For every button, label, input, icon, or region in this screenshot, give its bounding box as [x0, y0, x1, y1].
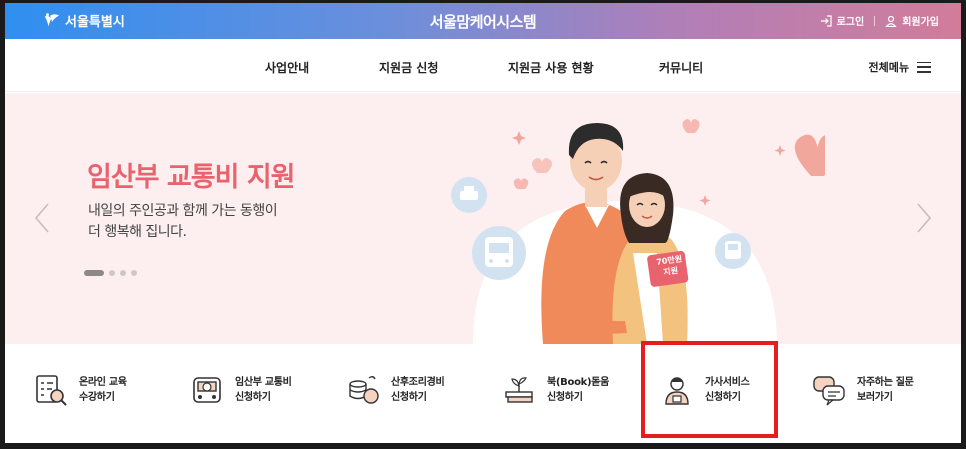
quick-item-label: 가사서비스 신청하기 — [705, 375, 750, 405]
quick-label-line: 온라인 교육 — [79, 377, 127, 388]
quick-item-label: 자주하는 질문 보러가기 — [857, 375, 914, 405]
all-menu-label: 전체메뉴 — [868, 61, 909, 74]
nav-item-subsidy-apply[interactable]: 지원금 신청 — [379, 59, 438, 76]
next-slide-button[interactable] — [913, 201, 935, 235]
top-bar: 서울특별시 서울맘케어시스템 로그인 회원가입 — [5, 3, 961, 39]
quick-item-label: 북(Book)돋움 신청하기 — [547, 375, 609, 405]
all-menu-button[interactable]: 전체메뉴 — [869, 59, 931, 75]
quick-menu: 온라인 교육 수강하기 임산부 교통비 신청하기 산후조리경비 신청하기 북(B… — [5, 344, 961, 443]
login-icon — [820, 14, 832, 27]
user-icon — [885, 15, 897, 27]
quick-item-housekeeping-service[interactable]: 가사서비스 신청하기 — [659, 372, 750, 408]
signup-label: 회원가입 — [902, 17, 939, 28]
login-label: 로그인 — [836, 17, 865, 28]
quick-label-line: 신청하기 — [547, 392, 583, 403]
quick-label-line: 신청하기 — [235, 392, 271, 403]
quick-item-book-program[interactable]: 북(Book)돋움 신청하기 — [501, 372, 609, 408]
quick-label-line: 신청하기 — [705, 392, 741, 403]
quick-item-faq[interactable]: 자주하는 질문 보러가기 — [811, 372, 914, 408]
page-frame: 서울특별시 서울맘케어시스템 로그인 회원가입 사업안내 지원금 신청 지원금 … — [5, 3, 961, 443]
coins-icon — [345, 372, 381, 408]
slide-dot-1[interactable] — [84, 270, 104, 276]
prev-slide-button[interactable] — [31, 201, 53, 235]
quick-item-online-education[interactable]: 온라인 교육 수강하기 — [33, 372, 127, 408]
quick-item-transport-subsidy[interactable]: 임산부 교통비 신청하기 — [189, 372, 292, 408]
chevron-left-icon — [34, 203, 49, 233]
slide-dot-4[interactable] — [131, 270, 137, 276]
slide-dot-2[interactable] — [109, 270, 115, 276]
books-plant-icon — [501, 372, 537, 408]
hero-subtitle: 내일의 주인공과 함께 가는 동행이 더 행복해 집니다. — [88, 201, 278, 243]
quick-label-line: 가사서비스 — [705, 377, 750, 388]
checklist-search-icon — [33, 372, 69, 408]
hero-subtitle-line: 내일의 주인공과 함께 가는 동행이 — [88, 203, 278, 219]
couple-illustration — [451, 119, 825, 344]
quick-item-label: 임산부 교통비 신청하기 — [235, 375, 292, 405]
quick-label-line: 보러가기 — [857, 392, 893, 403]
nav-item-business-info[interactable]: 사업안내 — [265, 59, 309, 76]
quick-label-line: 수강하기 — [79, 392, 115, 403]
quick-label-line: 북(Book)돋움 — [547, 377, 610, 388]
slide-dot-3[interactable] — [120, 270, 126, 276]
login-link[interactable]: 로그인 — [820, 13, 865, 28]
bus-icon — [189, 372, 225, 408]
quick-item-label: 산후조리경비 신청하기 — [391, 375, 445, 405]
divider — [874, 15, 876, 26]
quick-label-line: 임산부 교통비 — [235, 377, 292, 388]
chat-bubbles-icon — [811, 372, 847, 408]
housekeeper-icon — [659, 372, 695, 408]
quick-label-line: 신청하기 — [391, 392, 427, 403]
top-links: 로그인 회원가입 — [820, 13, 939, 28]
quick-item-label: 온라인 교육 수강하기 — [79, 375, 127, 405]
nav-item-community[interactable]: 커뮤니티 — [659, 59, 703, 76]
quick-item-postpartum-care[interactable]: 산후조리경비 신청하기 — [345, 372, 445, 408]
hero-title: 임산부 교통비 지원 — [87, 162, 296, 193]
chevron-right-icon — [917, 203, 932, 233]
quick-label-line: 산후조리경비 — [391, 377, 445, 388]
system-title: 서울맘케어시스템 — [429, 13, 537, 31]
quick-label-line: 자주하는 질문 — [857, 377, 914, 388]
main-nav: 사업안내 지원금 신청 지원금 사용 현황 커뮤니티 전체메뉴 — [5, 39, 961, 92]
hero-subtitle-line: 더 행복해 집니다. — [88, 224, 187, 240]
signup-link[interactable]: 회원가입 — [885, 13, 939, 28]
slide-indicator — [84, 270, 137, 276]
hero-banner: 임산부 교통비 지원 내일의 주인공과 함께 가는 동행이 더 행복해 집니다. — [5, 93, 961, 344]
subsidy-card: 70만원 지원 — [653, 253, 688, 279]
nav-item-subsidy-usage[interactable]: 지원금 사용 현황 — [508, 59, 594, 76]
hamburger-icon — [917, 61, 931, 73]
